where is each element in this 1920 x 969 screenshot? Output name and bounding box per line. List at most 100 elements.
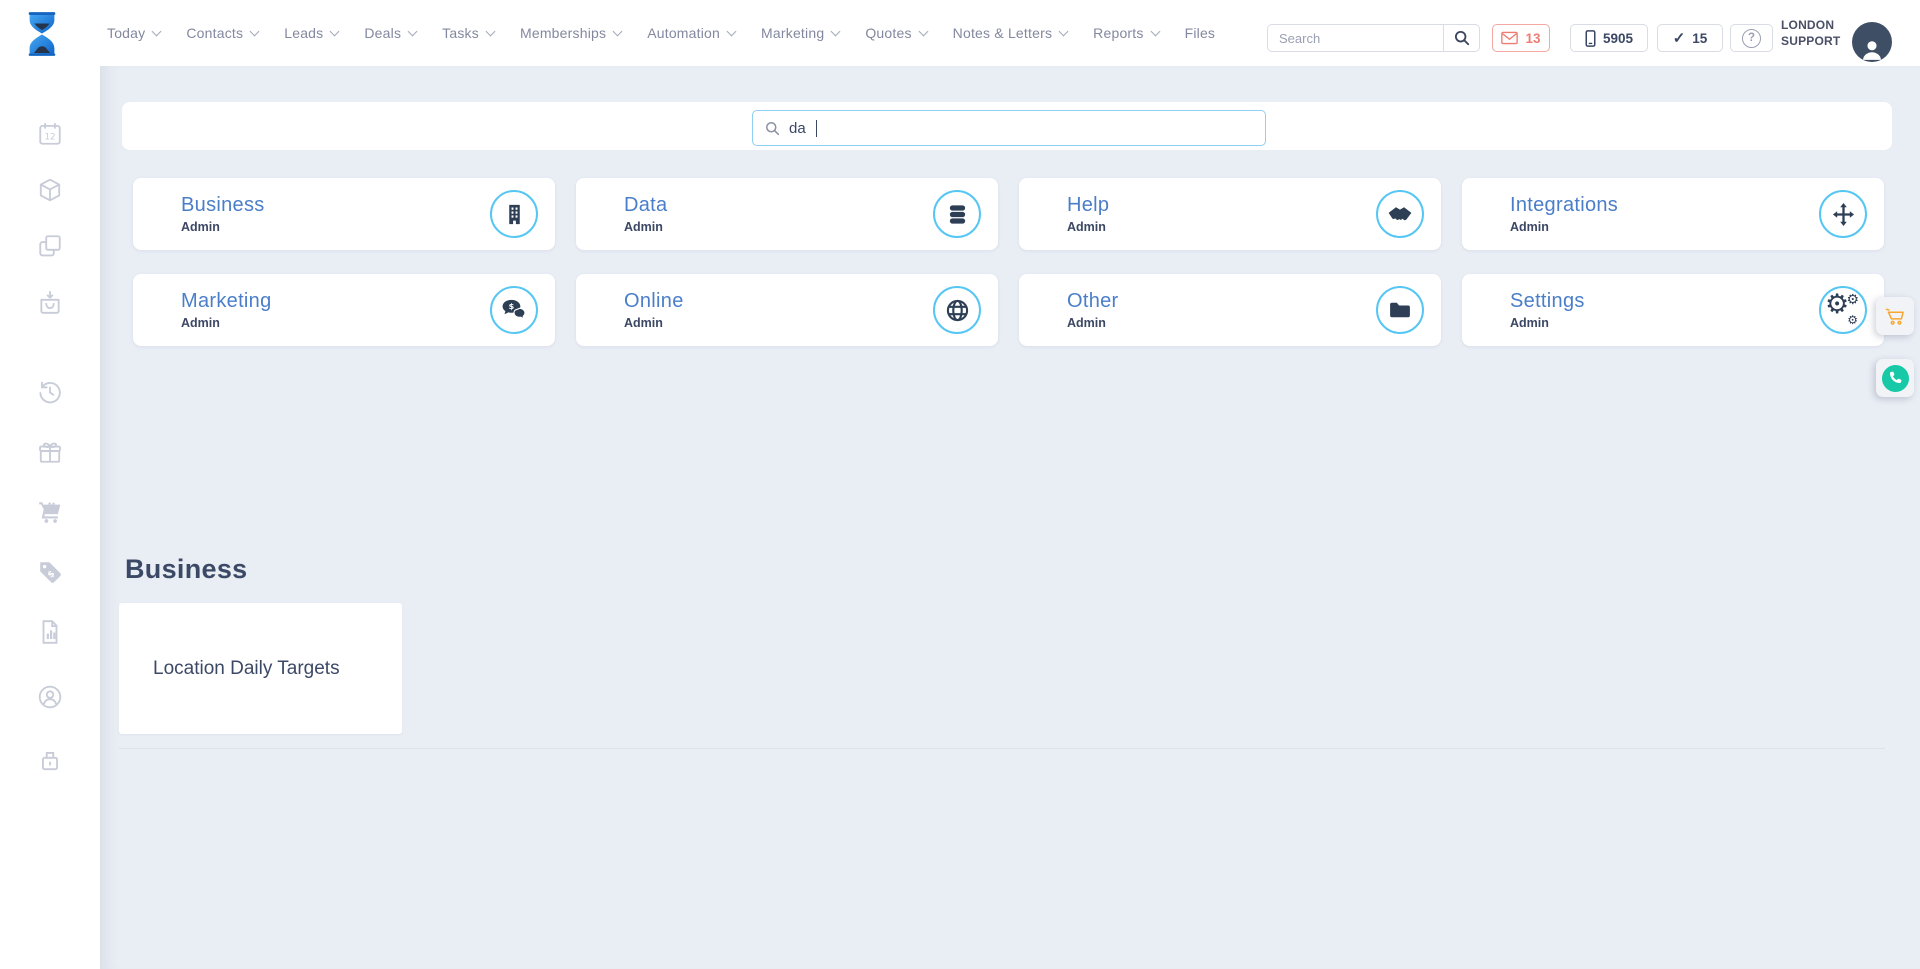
sidebar-cart-button[interactable]	[37, 499, 63, 525]
menu-deals[interactable]: Deals	[364, 25, 416, 41]
sidebar-history-button[interactable]	[37, 379, 63, 405]
global-search-input[interactable]	[1267, 24, 1443, 52]
price-tag-icon: $	[37, 559, 63, 585]
check-icon: ✓	[1673, 29, 1686, 47]
chevron-down-icon	[408, 26, 418, 36]
globe-icon	[946, 299, 969, 322]
sidebar-calendar-button[interactable]: 12	[37, 121, 63, 147]
top-navbar: Today Contacts Leads Deals Tasks Members…	[0, 0, 1920, 66]
sidebar-reports-button[interactable]	[37, 619, 63, 645]
search-icon	[1454, 30, 1470, 46]
sidebar-packages-button[interactable]	[37, 177, 63, 203]
cart-icon	[37, 499, 63, 525]
hourglass-logo-icon	[22, 10, 62, 58]
category-card-other[interactable]: Other Admin	[1019, 274, 1441, 346]
menu-memberships[interactable]: Memberships	[520, 25, 621, 41]
left-sidebar: 12	[0, 66, 100, 969]
person-icon	[1859, 36, 1885, 62]
sidebar-members-button[interactable]	[37, 684, 63, 710]
global-search	[1267, 24, 1480, 52]
sidebar-clone-button[interactable]	[37, 233, 63, 259]
chevron-down-icon	[250, 26, 260, 36]
gears-icon: ⚙ ⚙ ⚙	[1828, 296, 1858, 324]
menu-tasks[interactable]: Tasks	[442, 25, 494, 41]
avatar[interactable]	[1852, 22, 1892, 62]
database-icon	[946, 203, 969, 226]
mobile-phone-icon	[1585, 30, 1596, 47]
svg-text:12: 12	[44, 132, 55, 142]
category-subtitle: Admin	[1067, 220, 1376, 234]
chevron-down-icon	[1059, 26, 1069, 36]
building-icon	[504, 204, 525, 225]
category-title: Business	[181, 194, 490, 217]
cart-float-button[interactable]	[1876, 297, 1914, 335]
admin-content: da Business Admin	[100, 66, 1920, 969]
category-card-data[interactable]: Data Admin	[576, 178, 998, 250]
chevron-down-icon	[486, 26, 496, 36]
bag-import-icon	[37, 289, 63, 315]
tasks-badge[interactable]: ✓ 15	[1657, 24, 1723, 52]
chevron-down-icon	[1150, 26, 1160, 36]
tasks-count: 15	[1692, 31, 1707, 46]
screen: Today Contacts Leads Deals Tasks Members…	[0, 0, 1920, 969]
admin-category-grid: Business Admin Data Admin	[133, 178, 1884, 346]
sms-count: 5905	[1603, 31, 1633, 46]
category-title: Settings	[1510, 290, 1819, 313]
menu-contacts[interactable]: Contacts	[186, 25, 258, 41]
menu-reports[interactable]: Reports	[1093, 25, 1158, 41]
category-card-settings[interactable]: Settings Admin ⚙ ⚙ ⚙	[1462, 274, 1884, 346]
category-title: Other	[1067, 290, 1376, 313]
menu-automation[interactable]: Automation	[647, 25, 735, 41]
messages-count: 13	[1525, 31, 1540, 46]
category-subtitle: Admin	[181, 220, 490, 234]
calendar-icon: 12	[37, 121, 63, 147]
admin-search-value: da	[789, 120, 806, 137]
help-button[interactable]: ?	[1730, 24, 1773, 52]
global-search-button[interactable]	[1443, 24, 1480, 52]
category-card-marketing[interactable]: Marketing Admin $	[133, 274, 555, 346]
user-label: LONDON SUPPORT	[1781, 17, 1840, 49]
sidebar-import-button[interactable]	[37, 289, 63, 315]
clone-icon	[37, 233, 63, 259]
shopping-cart-icon	[1885, 307, 1906, 326]
sidebar-security-button[interactable]	[37, 747, 63, 773]
category-card-online[interactable]: Online Admin	[576, 274, 998, 346]
menu-quotes[interactable]: Quotes	[865, 25, 926, 41]
category-subtitle: Admin	[1067, 316, 1376, 330]
cube-icon	[37, 177, 63, 203]
history-icon	[37, 379, 63, 405]
app-logo[interactable]	[22, 10, 62, 60]
chevron-down-icon	[727, 26, 737, 36]
comments-dollar-icon: $	[501, 299, 527, 321]
category-card-help[interactable]: Help Admin	[1019, 178, 1441, 250]
phone-float-button[interactable]	[1876, 359, 1914, 397]
category-card-business[interactable]: Business Admin	[133, 178, 555, 250]
gift-icon	[37, 439, 63, 465]
category-title: Help	[1067, 194, 1376, 217]
menu-leads[interactable]: Leads	[284, 25, 338, 41]
svg-text:$: $	[509, 302, 515, 311]
category-card-integrations[interactable]: Integrations Admin	[1462, 178, 1884, 250]
question-icon: ?	[1742, 29, 1761, 48]
admin-search-input[interactable]: da	[752, 110, 1266, 146]
sms-badge[interactable]: 5905	[1570, 24, 1648, 52]
result-card-location-daily-targets[interactable]: Location Daily Targets	[119, 603, 402, 734]
category-subtitle: Admin	[624, 316, 933, 330]
sidebar-gifts-button[interactable]	[37, 439, 63, 465]
envelope-icon	[1501, 31, 1518, 45]
folder-icon	[1389, 301, 1411, 319]
chevron-down-icon	[152, 26, 162, 36]
category-title: Data	[624, 194, 933, 217]
menu-marketing[interactable]: Marketing	[761, 25, 839, 41]
menu-files[interactable]: Files	[1185, 25, 1216, 41]
sidebar-pricing-button[interactable]: $	[37, 559, 63, 585]
chevron-down-icon	[613, 26, 623, 36]
category-subtitle: Admin	[624, 220, 933, 234]
report-file-icon	[37, 619, 63, 645]
messages-badge[interactable]: 13	[1492, 24, 1550, 52]
chevron-down-icon	[330, 26, 340, 36]
move-arrows-icon	[1832, 203, 1855, 226]
text-caret	[816, 120, 818, 137]
menu-today[interactable]: Today	[107, 25, 160, 41]
menu-notes-letters[interactable]: Notes & Letters	[953, 25, 1068, 41]
